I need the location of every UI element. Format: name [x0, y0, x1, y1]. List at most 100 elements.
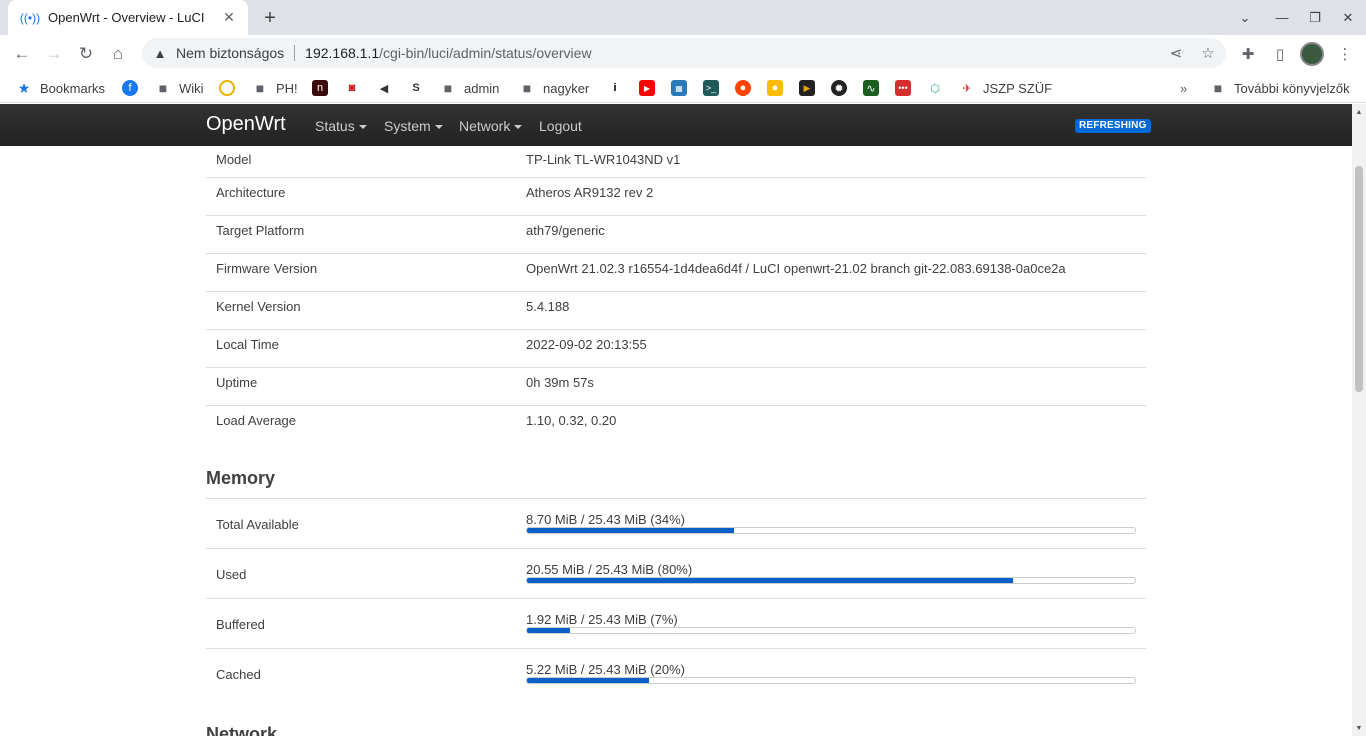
scroll-down-icon[interactable]: ▼	[1355, 724, 1363, 732]
star-icon[interactable]: ☆	[1196, 38, 1220, 68]
more-bookmarks-button[interactable]: »	[1180, 78, 1187, 98]
extensions-icon[interactable]: ✚	[1234, 40, 1262, 68]
scrollbar-thumb[interactable]	[1355, 166, 1363, 392]
page-viewport: OpenWrt Status System Network Logout REF…	[0, 104, 1352, 736]
bookmark-item[interactable]: ∿	[863, 78, 879, 98]
minimize-button[interactable]: —	[1266, 0, 1298, 35]
progress-bar: 8.70 MiB / 25.43 MiB (34%)	[526, 512, 1136, 534]
menu-system[interactable]: System	[384, 118, 443, 134]
s-icon: S	[412, 82, 420, 94]
progress-fill	[527, 628, 570, 633]
security-indicator[interactable]: Nem biztonságos	[176, 45, 284, 61]
bookmark-item[interactable]: i	[607, 78, 623, 98]
table-row: Model TP-Link TL-WR1043ND v1	[206, 146, 1146, 178]
table-row: Load Average 1.10, 0.32, 0.20	[206, 406, 1146, 444]
folder-icon: ■	[255, 80, 265, 96]
row-value: Atheros AR9132 rev 2	[526, 185, 654, 200]
plex-icon: ▶	[799, 80, 815, 96]
bookmark-item[interactable]: ◀	[376, 78, 392, 98]
n-icon: n	[312, 80, 328, 96]
bookmark-item[interactable]: •••	[895, 78, 911, 98]
row-key: Local Time	[216, 337, 279, 352]
progress-track	[526, 677, 1136, 684]
network-heading: Network	[206, 724, 278, 736]
chat-icon	[219, 80, 235, 96]
refreshing-badge[interactable]: REFRESHING	[1075, 119, 1151, 133]
back-button[interactable]: ←	[8, 40, 36, 68]
menu-network[interactable]: Network	[459, 118, 523, 134]
progress-text: 20.55 MiB / 25.43 MiB (80%)	[526, 562, 693, 577]
table-row: Cached 5.22 MiB / 25.43 MiB (20%)	[206, 649, 1146, 699]
bookmark-item[interactable]: ✹	[831, 78, 847, 98]
home-button[interactable]: ⌂	[104, 40, 132, 68]
warning-icon[interactable]: ▲	[152, 45, 168, 61]
side-panel-icon[interactable]: ▯	[1266, 40, 1294, 68]
url-host: 192.168.1.1	[305, 45, 380, 61]
share-icon[interactable]: ⋖	[1164, 38, 1188, 68]
bookmark-item[interactable]: ●	[735, 78, 751, 98]
bookmark-item[interactable]: ◙	[344, 78, 360, 98]
browser-tab[interactable]: ((•)) OpenWrt - Overview - LuCI ✕	[8, 0, 248, 35]
row-value: 0h 39m 57s	[526, 375, 594, 390]
new-tab-button[interactable]: +	[258, 6, 282, 30]
other-bookmarks[interactable]: ■ További könyvjelzők	[1210, 78, 1350, 98]
bookmark-item[interactable]: ▶	[799, 78, 815, 98]
bookmark-label: admin	[464, 80, 500, 96]
row-key: Load Average	[216, 413, 296, 428]
bookmark-item[interactable]: S	[408, 78, 424, 98]
camera-icon: ◙	[348, 82, 356, 94]
star-icon: ★	[17, 79, 31, 96]
bookmark-item[interactable]: ▶	[639, 78, 655, 98]
bookmark-item[interactable]: ■ nagyker	[519, 78, 589, 98]
forward-button[interactable]: →	[40, 40, 68, 68]
bookmark-item[interactable]: ●	[767, 78, 783, 98]
caret-down-icon	[514, 125, 523, 130]
menu-status[interactable]: Status	[315, 118, 367, 134]
megaphone-icon: ◀	[379, 82, 389, 95]
table-row: Kernel Version 5.4.188	[206, 292, 1146, 330]
bookmark-item[interactable]: ■ admin	[440, 78, 500, 98]
tab-title: OpenWrt - Overview - LuCI	[48, 10, 205, 25]
bookmark-label: További könyvjelzők	[1234, 80, 1350, 96]
bookmark-item[interactable]: ▦	[671, 78, 687, 98]
wireless-icon: ((•))	[19, 10, 41, 25]
bookmark-label: PH!	[276, 80, 298, 96]
caret-down-icon	[434, 125, 443, 130]
progress-bar: 5.22 MiB / 25.43 MiB (20%)	[526, 662, 1136, 684]
window-close-button[interactable]: ✕	[1332, 0, 1364, 35]
menu-icon[interactable]: ⋮	[1331, 40, 1359, 68]
reload-button[interactable]: ↻	[72, 40, 100, 68]
bookmark-item[interactable]: ★ Bookmarks	[16, 78, 105, 98]
brand-logo[interactable]: OpenWrt	[206, 113, 286, 136]
url-text[interactable]: 192.168.1.1/cgi-bin/luci/admin/status/ov…	[305, 45, 591, 61]
bookmark-label: Bookmarks	[40, 80, 106, 96]
avatar[interactable]	[1300, 42, 1324, 66]
bookmark-item[interactable]: f	[122, 78, 138, 98]
bookmarks-bar: ★ Bookmarks f ■ Wiki ■ PH! n ◙ ◀ S ■ admin ■…	[0, 72, 1366, 103]
tab-strip: ((•)) OpenWrt - Overview - LuCI ✕ + ⌄ — …	[0, 0, 1366, 35]
tab-search-icon[interactable]: ⌄	[1229, 0, 1261, 35]
table-row: Architecture Atheros AR9132 rev 2	[206, 178, 1146, 216]
row-key: Model	[216, 152, 252, 167]
figure-icon: ✈	[962, 82, 972, 95]
row-key: Uptime	[216, 375, 258, 390]
close-icon[interactable]: ✕	[220, 9, 238, 27]
progress-fill	[527, 678, 649, 683]
table-row: Used 20.55 MiB / 25.43 MiB (80%)	[206, 549, 1146, 599]
bookmark-item[interactable]: ✈ JSZP SZÜF	[959, 78, 1052, 98]
bookmark-item[interactable]: >_	[703, 78, 719, 98]
progress-fill	[527, 578, 1014, 583]
row-value: OpenWrt 21.02.3 r16554-1d4dea6d4f / LuCI…	[526, 261, 1066, 276]
menu-logout[interactable]: Logout	[539, 118, 582, 134]
bookmark-item[interactable]: ■ Wiki	[155, 78, 204, 98]
bookmark-item[interactable]: ■ PH!	[252, 78, 298, 98]
bookmark-item[interactable]: n	[312, 78, 328, 98]
bookmark-item[interactable]	[219, 78, 235, 98]
scroll-up-icon[interactable]: ▲	[1355, 108, 1363, 116]
address-bar[interactable]: ▲ Nem biztonságos 192.168.1.1/cgi-bin/lu…	[142, 38, 1226, 68]
dots-icon: •••	[895, 80, 911, 96]
page-scrollbar[interactable]: ▲ ▼	[1352, 104, 1366, 736]
progress-bar: 20.55 MiB / 25.43 MiB (80%)	[526, 562, 1136, 584]
restore-button[interactable]: ❐	[1299, 0, 1331, 35]
bookmark-item[interactable]: ⬡	[927, 78, 943, 98]
